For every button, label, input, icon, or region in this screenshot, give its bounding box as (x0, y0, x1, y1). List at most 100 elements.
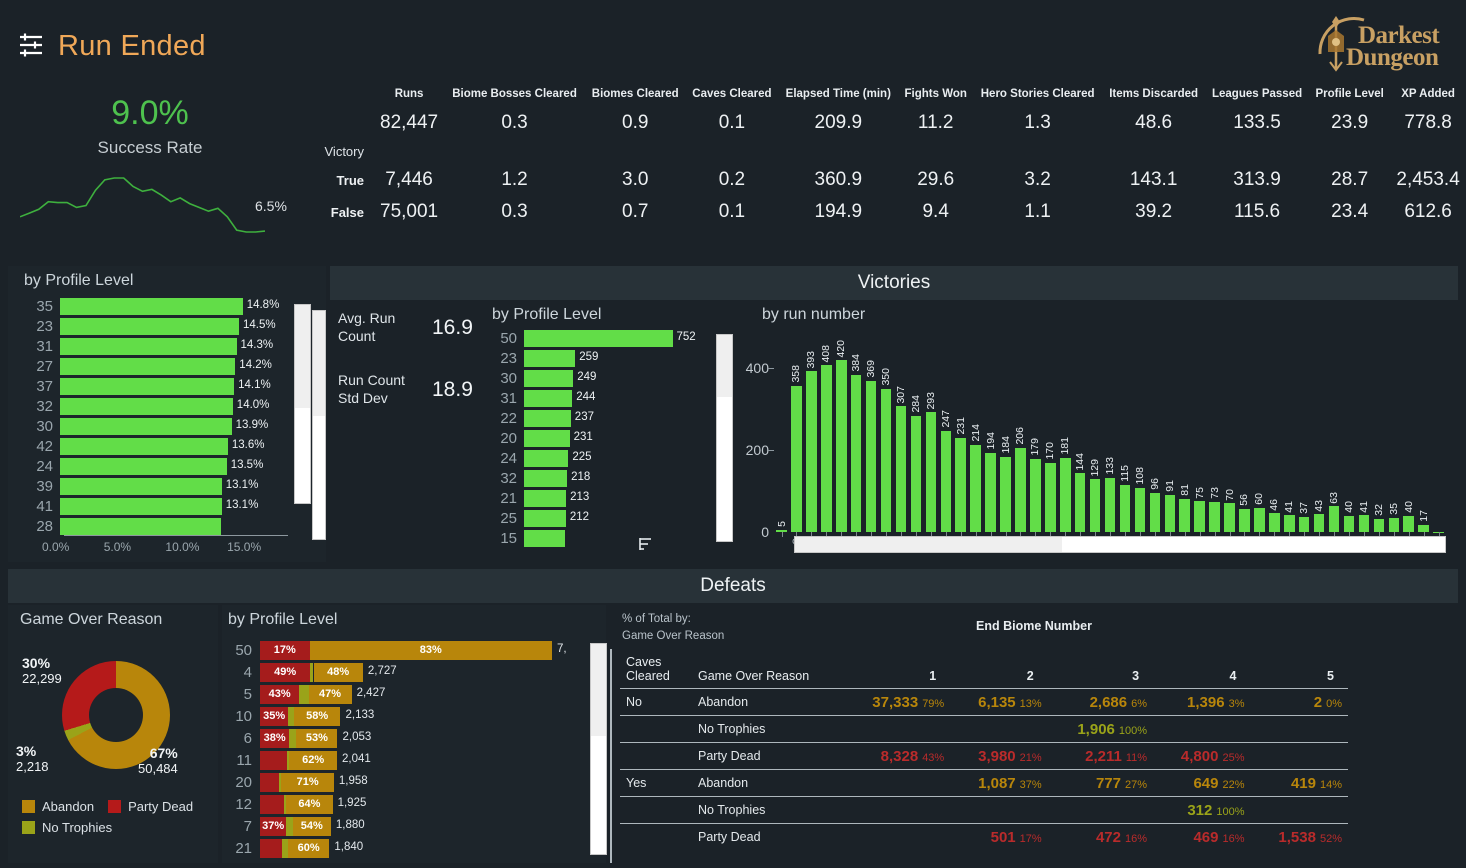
bar-row[interactable]: 50 752 (488, 328, 710, 348)
stacked-bar-row[interactable]: 7 37% 54% 1,880 (224, 815, 566, 837)
sliders-icon[interactable] (18, 32, 46, 58)
column-bar[interactable] (821, 365, 832, 532)
column-bar[interactable] (1179, 498, 1190, 532)
column-bar[interactable] (1209, 502, 1220, 532)
stacked-segment[interactable]: 35% (260, 706, 289, 726)
column-bar[interactable] (1164, 494, 1175, 532)
matrix-row[interactable]: Yes Abandon 1,087 37% 777 27% 649 22% 419 14% (620, 769, 1348, 797)
column-bar[interactable] (1373, 518, 1385, 532)
column-bar[interactable] (1254, 507, 1265, 532)
column-bar[interactable] (970, 444, 981, 532)
bar-row[interactable]: 41 13.1% (12, 496, 290, 516)
stacked-segment[interactable]: 47% (308, 684, 352, 704)
bar-row[interactable]: 28 (12, 516, 290, 536)
bar-row[interactable]: 35 14.8% (12, 296, 290, 316)
column-bar[interactable] (1418, 525, 1429, 532)
stacked-segment[interactable] (260, 838, 283, 858)
column-bar[interactable] (865, 381, 877, 532)
scrollbar-success-list[interactable] (294, 304, 311, 504)
bar-row[interactable]: 31 14.3% (12, 336, 290, 356)
stacked-segment[interactable]: 64% (286, 794, 333, 814)
column-bar[interactable] (925, 412, 937, 532)
stacked-segment[interactable]: 60% (287, 838, 330, 858)
stacked-bar-row[interactable]: 11 62% 2,041 (224, 749, 566, 771)
stacked-bar-row[interactable]: 12 64% 1,925 (224, 793, 566, 815)
bar-row[interactable]: 30 249 (488, 368, 710, 388)
column-bar[interactable] (1313, 514, 1325, 532)
matrix-row[interactable]: No Abandon 37,333 79% 6,135 13% 2,686 6% 1,396 3%… (620, 688, 1348, 716)
stacked-segment[interactable] (260, 750, 287, 770)
stacked-segment[interactable]: 58% (293, 706, 341, 726)
stacked-bar-row[interactable]: 21 60% 1,840 (224, 837, 566, 859)
stacked-segment[interactable]: 54% (292, 816, 331, 836)
column-bar[interactable] (1224, 503, 1235, 532)
column-bar[interactable] (1060, 458, 1071, 532)
column-bar[interactable] (1089, 479, 1101, 532)
stacked-segment[interactable]: 38% (260, 728, 290, 748)
matrix-row[interactable]: Party Dead 501 17% 472 16% 469 16% 1,538 52% (620, 823, 1348, 851)
column-bar[interactable] (1194, 501, 1205, 532)
column-bar[interactable] (895, 406, 907, 532)
column-bar[interactable] (1298, 516, 1310, 532)
stacked-segment[interactable]: 17% (260, 640, 310, 660)
bar-row[interactable]: 31 244 (488, 388, 710, 408)
stacked-segment[interactable] (260, 794, 284, 814)
stacked-segment[interactable] (289, 728, 297, 748)
stacked-segment[interactable]: 48% (313, 662, 363, 682)
column-bar[interactable] (836, 360, 847, 532)
bar-row[interactable]: 24 225 (488, 448, 710, 468)
bar-row[interactable]: 23 14.5% (12, 316, 290, 336)
stacked-segment[interactable]: 62% (289, 750, 338, 770)
bar-row[interactable]: 15 (488, 528, 710, 548)
bar-row[interactable]: 23 259 (488, 348, 710, 368)
column-bar[interactable] (880, 388, 892, 532)
column-bar[interactable] (985, 452, 996, 532)
legend-item-party-dead[interactable]: Party Dead (108, 799, 193, 814)
column-bar[interactable] (1388, 517, 1399, 532)
column-bar[interactable] (850, 374, 862, 532)
column-bar[interactable] (1104, 477, 1116, 532)
scrollbar-thumb[interactable] (795, 537, 1062, 552)
stacked-segment[interactable]: 49% (260, 662, 311, 682)
column-bar[interactable] (1000, 456, 1011, 532)
bar-row[interactable]: 32 14.0% (12, 396, 290, 416)
legend-item-abandon[interactable]: Abandon (22, 799, 94, 814)
bar-row[interactable]: 39 13.1% (12, 476, 290, 496)
bar-row[interactable]: 42 13.6% (12, 436, 290, 456)
column-bar[interactable] (1030, 458, 1041, 532)
scrollbar-thumb[interactable] (591, 644, 606, 737)
stacked-segment[interactable]: 37% (260, 816, 287, 836)
column-bar[interactable] (1119, 485, 1131, 532)
bar-row[interactable]: 30 13.9% (12, 416, 290, 436)
bar-row[interactable]: 32 218 (488, 468, 710, 488)
scrollbar-thumb[interactable] (295, 305, 310, 408)
bar-row[interactable]: 37 14.1% (12, 376, 290, 396)
column-bar[interactable] (955, 437, 966, 532)
scrollbar-thumb[interactable] (313, 311, 325, 416)
stacked-segment[interactable] (299, 684, 309, 704)
column-bar[interactable] (791, 385, 802, 532)
stacked-bar-row[interactable]: 50 17%83% 7,738 (224, 639, 566, 661)
scrollbar-defeats-list[interactable] (590, 643, 607, 855)
stacked-bar-row[interactable]: 10 35% 58% 2,133 (224, 705, 566, 727)
stacked-bar-row[interactable]: 6 38% 53% 2,053 (224, 727, 566, 749)
sort-icon[interactable] (638, 536, 654, 552)
bar-row[interactable]: 27 14.2% (12, 356, 290, 376)
column-bar[interactable] (1045, 462, 1056, 532)
stacked-segment[interactable]: 71% (281, 772, 334, 792)
stacked-segment[interactable]: 53% (296, 728, 338, 748)
column-bar[interactable] (910, 415, 922, 532)
bar-row[interactable]: 25 212 (488, 508, 710, 528)
legend-item-no-trophies[interactable]: No Trophies (22, 820, 112, 835)
stacked-segment[interactable]: 43% (260, 684, 300, 704)
bar-row[interactable]: 21 213 (488, 488, 710, 508)
scrollbar-thumb[interactable] (717, 335, 732, 397)
stacked-bar-row[interactable]: 5 43% 47% 2,427 (224, 683, 566, 705)
stacked-segment[interactable] (260, 772, 280, 792)
matrix-row[interactable]: No Trophies 1,906 100% (620, 715, 1348, 743)
scrollbar-victories-list[interactable] (716, 334, 733, 542)
column-bar[interactable] (1403, 515, 1414, 532)
column-bar[interactable] (1269, 513, 1280, 532)
matrix-row[interactable]: No Trophies 312 100% (620, 796, 1348, 824)
column-bar[interactable] (1328, 506, 1340, 532)
